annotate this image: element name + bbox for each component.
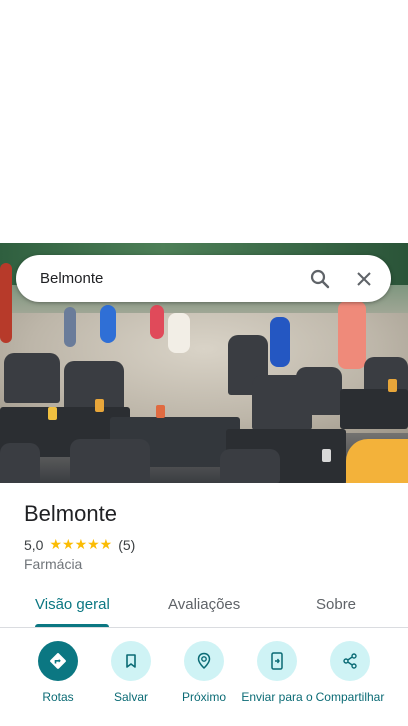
photo-figure [150, 305, 164, 339]
photo-figure [100, 305, 116, 343]
photo-chair [220, 449, 280, 483]
photo-chair [70, 439, 150, 483]
tab-bar: Visão geral Avaliações Sobre [0, 584, 408, 628]
nearby-icon [184, 641, 224, 681]
bookmark-icon [111, 641, 151, 681]
share-button[interactable]: Compartilhar [311, 641, 389, 704]
save-label: Salvar [113, 690, 148, 704]
search-bar[interactable]: Belmonte [16, 255, 391, 302]
photo-figure [346, 439, 408, 483]
directions-label: Rotas [42, 690, 74, 704]
photo-cup [388, 379, 397, 392]
search-icon[interactable] [305, 264, 335, 294]
photo-figure [270, 317, 290, 367]
photo-chair [296, 367, 342, 415]
photo-figure [338, 301, 366, 369]
map-blank-area [0, 0, 408, 243]
save-button[interactable]: Salvar [92, 641, 170, 704]
photo-cup [322, 449, 331, 462]
photo-cup [156, 405, 165, 418]
nearby-button[interactable]: Próximo [165, 641, 243, 704]
photo-chair [0, 443, 40, 483]
nearby-label: Próximo [181, 690, 226, 704]
rating-value: 5,0 [24, 536, 44, 553]
photo-cup [95, 399, 104, 412]
tab-overview[interactable]: Visão geral [35, 596, 110, 613]
divider [0, 627, 408, 628]
place-title: Belmonte [24, 501, 117, 526]
star-rating-icon: ★★★★★ [49, 536, 113, 552]
photo-cup [48, 407, 57, 420]
directions-button[interactable]: Rotas [19, 641, 97, 704]
share-label: Compartilhar [315, 690, 385, 704]
directions-icon [38, 641, 78, 681]
photo-figure [0, 263, 12, 343]
tab-about[interactable]: Sobre [316, 596, 356, 613]
close-icon[interactable] [349, 264, 379, 294]
reviews-count: (5) [118, 536, 136, 553]
send-to-phone-button[interactable]: Enviar para o [238, 641, 316, 704]
rating-row[interactable]: 5,0 ★★★★★ (5) [24, 536, 135, 553]
send-to-phone-label: Enviar para o [241, 690, 313, 704]
place-category: Farmácia [24, 556, 83, 572]
photo-figure [64, 307, 76, 347]
send-to-phone-icon [257, 641, 297, 681]
share-icon [330, 641, 370, 681]
photo-figure [168, 313, 190, 353]
tab-reviews[interactable]: Avaliações [168, 596, 240, 613]
search-input[interactable]: Belmonte [40, 270, 291, 287]
photo-table [340, 389, 408, 429]
photo-chair [4, 353, 60, 403]
